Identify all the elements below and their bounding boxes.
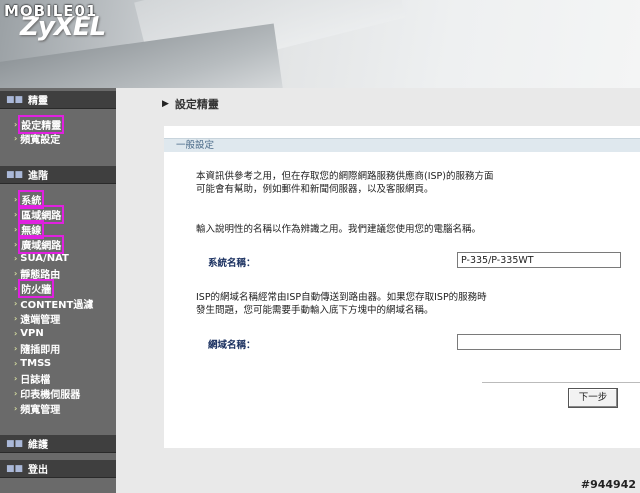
sidebar-item-remote-mgmt[interactable]: › 遠端管理 [14, 311, 60, 326]
arrow-icon: › [14, 358, 18, 368]
arrow-icon: › [14, 298, 18, 308]
sidebar-item-bandwidth-setup[interactable]: › 頻寬設定 [14, 131, 60, 146]
watermark: MOBILE01 [4, 2, 98, 20]
content-panel: 一般設定 本資訊供參考之用，但在存取您的網際網路服務供應商(ISP)的服務方面可… [164, 126, 640, 448]
next-button[interactable]: 下一步 [568, 388, 618, 408]
arrow-icon: › [14, 253, 18, 263]
sidebar-item-tmss[interactable]: › TMSS [14, 356, 51, 370]
dots-icon: ■■ [6, 438, 24, 449]
sidebar-section-wizard[interactable]: ■■ 精靈 [0, 91, 116, 109]
arrow-icon: › [14, 373, 18, 383]
sidebar-item-setup-wizard[interactable]: › 設定精靈 [14, 114, 65, 134]
sidebar-item-static-route[interactable]: › 靜態路由 [14, 266, 60, 281]
arrow-icon: › [14, 194, 18, 204]
sidebar-item-upnp[interactable]: › 隨插即用 [14, 341, 60, 356]
info-paragraph: 輸入說明性的名稱以作為辨識之用。我們建議您使用您的電腦名稱。 [196, 224, 482, 235]
arrow-icon: › [14, 239, 18, 249]
arrow-icon: › [14, 343, 18, 353]
arrow-icon: › [14, 209, 18, 219]
arrow-icon: › [14, 119, 18, 129]
image-id-badge: #944942 [580, 478, 636, 491]
arrow-icon: › [14, 133, 18, 143]
domain-name-label: 網域名稱： [208, 340, 256, 351]
triangle-right-icon: ▶ [162, 99, 169, 109]
page-title: ▶ 設定精靈 [162, 98, 219, 111]
info-paragraph: ISP的網域名稱經常由ISP自動傳送到路由器。如果您存取ISP的服務時發生問題，… [196, 292, 487, 316]
arrow-icon: › [14, 403, 18, 413]
sidebar-item-print-server[interactable]: › 印表機伺服器 [14, 386, 80, 401]
domain-name-input[interactable] [457, 334, 621, 350]
sidebar-item-wireless[interactable]: › 無線 [14, 219, 45, 239]
header-banner: MOBILE01 ZyXEL [0, 0, 640, 88]
sidebar-item-vpn[interactable]: › VPN [14, 326, 44, 340]
dots-icon: ■■ [6, 94, 24, 105]
arrow-icon: › [14, 268, 18, 278]
system-name-label: 系統名稱： [208, 258, 256, 269]
arrow-icon: › [14, 388, 18, 398]
arrow-icon: › [14, 283, 18, 293]
sidebar-section-advanced[interactable]: ■■ 進階 [0, 166, 116, 184]
sidebar-item-wan[interactable]: › 廣域網路 [14, 234, 65, 254]
arrow-icon: › [14, 328, 18, 338]
sidebar-section-logout[interactable]: ■■ 登出 [0, 460, 116, 478]
sidebar-item-bandwidth-mgmt[interactable]: › 頻寬管理 [14, 401, 60, 416]
info-paragraph: 本資訊供參考之用，但在存取您的網際網路服務供應商(ISP)的服務方面可能會有幫助… [196, 171, 494, 195]
sidebar-item-system[interactable]: › 系統 [14, 189, 45, 209]
sidebar-item-sua-nat[interactable]: › SUA/NAT [14, 251, 69, 265]
sidebar-item-firewall[interactable]: › 防火牆 [14, 278, 55, 298]
system-name-input[interactable]: P-335/P-335WT [457, 252, 621, 268]
divider [482, 382, 640, 383]
dots-icon: ■■ [6, 169, 24, 180]
sidebar-section-maintenance[interactable]: ■■ 維護 [0, 435, 116, 453]
sidebar-item-content-filter[interactable]: › CONTENT過濾 [14, 296, 93, 311]
sidebar-item-lan[interactable]: › 區域網路 [14, 204, 65, 224]
dots-icon: ■■ [6, 463, 24, 474]
section-header: 一般設定 [164, 138, 640, 152]
sidebar-item-logs[interactable]: › 日誌檔 [14, 371, 50, 386]
arrow-icon: › [14, 224, 18, 234]
arrow-icon: › [14, 313, 18, 323]
